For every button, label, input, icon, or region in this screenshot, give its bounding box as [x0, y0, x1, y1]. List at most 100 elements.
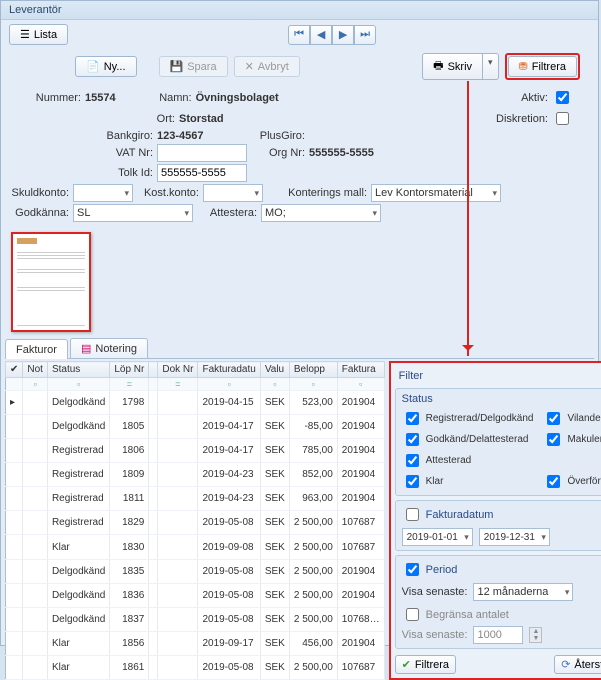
ny-label: Ny... — [104, 61, 126, 73]
tolkid-label: Tolk Id: — [11, 167, 153, 179]
table-row[interactable]: Delgodkänd18362019-05-08SEK2 500,0020190… — [6, 583, 385, 607]
chk-godkand[interactable]: Godkänd/Delattesterad — [402, 430, 534, 449]
begransa-lbl: Visa senaste: — [402, 629, 468, 641]
status-group-title: Status — [402, 393, 433, 405]
tab-notering[interactable]: ▤ Notering — [70, 338, 148, 358]
reset-filter-label: Återställ — [574, 659, 601, 671]
chk-overford[interactable]: Överförd — [543, 472, 601, 491]
attestera-label: Attestera: — [197, 207, 257, 219]
diskretion-label: Diskretion: — [496, 113, 548, 125]
konteringsmall-label: Konterings mall: — [267, 187, 367, 199]
cancel-icon: ✕ — [245, 60, 254, 73]
col-belopp[interactable]: Belopp — [289, 362, 337, 378]
filtrera-label: Filtrera — [532, 61, 566, 73]
table-row[interactable]: Registrerad18062019-04-17SEK785,00201904 — [6, 439, 385, 463]
begransa-input[interactable] — [473, 626, 523, 644]
vat-input[interactable] — [157, 144, 247, 162]
tolkid-input[interactable] — [157, 164, 247, 182]
lista-button[interactable]: ☰ Lista — [9, 24, 68, 45]
avbryt-button[interactable]: ✕ Avbryt — [234, 56, 300, 77]
table-row[interactable]: Registrerad18292019-05-08SEK2 500,001076… — [6, 511, 385, 535]
col-fakturadatum[interactable]: Fakturadatu — [198, 362, 260, 378]
chk-registrerad[interactable]: Registrerad/Delgodkänd — [402, 409, 534, 428]
ort-label: Ort: — [139, 113, 175, 125]
window-title: Leverantör — [1, 1, 598, 20]
table-row[interactable]: Klar18302019-09-08SEK2 500,00107687 — [6, 535, 385, 559]
spin-down[interactable]: ▼ — [530, 635, 541, 642]
attestera-combo[interactable]: MO; — [261, 204, 381, 222]
nummer-label: Nummer: — [11, 92, 81, 104]
table-row[interactable]: ▸Delgodkänd17982019-04-15SEK523,00201904 — [6, 391, 385, 415]
skriv-caret[interactable]: ▾ — [483, 53, 499, 80]
col-spacer[interactable] — [149, 362, 158, 378]
nav-next-button[interactable]: ▶ — [332, 25, 354, 45]
nummer-value: 15574 — [85, 92, 116, 104]
nav-prev-button[interactable]: ◀ — [310, 25, 332, 45]
table-row[interactable]: Klar18562019-09-17SEK456,00201904 — [6, 631, 385, 655]
invoice-grid[interactable]: ✔ Not Status Löp Nr Dok Nr Fakturadatu V… — [5, 361, 385, 680]
col-doknr[interactable]: Dok Nr — [158, 362, 198, 378]
note-icon: ▤ — [81, 342, 91, 355]
tab-notering-label: Notering — [95, 343, 137, 355]
konteringsmall-combo[interactable]: Lev Kontorsmaterial — [371, 184, 501, 202]
spara-button[interactable]: 💾 Spara — [159, 56, 228, 77]
ny-button[interactable]: 📄 Ny... — [75, 56, 137, 77]
col-faktura[interactable]: Faktura — [337, 362, 384, 378]
bankgiro-value: 123-4567 — [157, 130, 247, 142]
col-valuta[interactable]: Valu — [260, 362, 289, 378]
save-icon: 💾 — [170, 60, 184, 73]
filtrera-button[interactable]: ⛃ Filtrera — [508, 56, 577, 77]
chk-makulerad[interactable]: Makulerad — [543, 430, 601, 449]
col-lopnr[interactable]: Löp Nr — [110, 362, 149, 378]
chk-attesterad[interactable]: Attesterad — [402, 451, 534, 470]
table-row[interactable]: Delgodkänd18052019-04-17SEK-85,00201904 — [6, 415, 385, 439]
chk-fakturadatum-enable[interactable] — [406, 508, 419, 521]
skriv-button[interactable]: 🖶 Skriv — [422, 53, 483, 80]
document-thumbnail[interactable] — [11, 232, 91, 332]
aktiv-label: Aktiv: — [521, 92, 548, 104]
aktiv-checkbox[interactable] — [556, 91, 569, 104]
col-status[interactable]: Status — [47, 362, 109, 378]
reset-filter-button[interactable]: ⟳ Återställ — [554, 655, 601, 674]
bankgiro-label: Bankgiro: — [11, 130, 153, 142]
table-row[interactable]: Registrerad18092019-04-23SEK852,00201904 — [6, 463, 385, 487]
fakturadatum-group-title: Fakturadatum — [426, 509, 494, 521]
diskretion-checkbox[interactable] — [556, 112, 569, 125]
skuldkonto-combo[interactable] — [73, 184, 133, 202]
nav-first-button[interactable]: ⏮ — [288, 25, 310, 45]
table-row[interactable]: Delgodkänd18372019-05-08SEK2 500,0010768… — [6, 607, 385, 631]
apply-filter-button[interactable]: ✔ Filtrera — [395, 655, 456, 674]
skriv-split: 🖶 Skriv ▾ — [422, 53, 498, 80]
col-selector[interactable]: ✔ — [6, 362, 23, 378]
date-from-input[interactable]: 2019-01-01 — [402, 528, 473, 546]
table-row[interactable]: Delgodkänd18352019-05-08SEK2 500,0020190… — [6, 559, 385, 583]
tab-fakturor[interactable]: Fakturor — [5, 339, 68, 359]
kostkonto-combo[interactable] — [203, 184, 263, 202]
godkanna-combo[interactable]: SL — [73, 204, 193, 222]
filter-title: Filter — [399, 370, 423, 382]
chk-klar[interactable]: Klar — [402, 472, 534, 491]
new-icon: 📄 — [86, 60, 100, 73]
vat-label: VAT Nr: — [11, 147, 153, 159]
spin-up[interactable]: ▲ — [530, 628, 541, 635]
orgnr-value: 555555-5555 — [309, 147, 374, 159]
grid-header-row: ✔ Not Status Löp Nr Dok Nr Fakturadatu V… — [6, 362, 385, 378]
begransa-group-title: Begränsa antalet — [426, 609, 509, 621]
skriv-label: Skriv — [448, 61, 472, 73]
record-nav: ⏮ ◀ ▶ ⏭ — [288, 25, 376, 45]
table-row[interactable]: Klar18612019-05-08SEK2 500,00107687 — [6, 655, 385, 679]
reset-icon: ⟳ — [561, 658, 570, 671]
spara-label: Spara — [187, 61, 216, 73]
col-not[interactable]: Not — [23, 362, 48, 378]
namn-value: Övningsbolaget — [196, 92, 279, 104]
chk-begransa-enable[interactable] — [406, 608, 419, 621]
nav-last-button[interactable]: ⏭ — [354, 25, 376, 45]
date-to-input[interactable]: 2019-12-31 — [479, 528, 550, 546]
tab-fakturor-label: Fakturor — [16, 344, 57, 356]
chk-vilande[interactable]: Vilande — [543, 409, 601, 428]
filtrera-highlight: ⛃ Filtrera — [505, 53, 580, 80]
chk-period-enable[interactable] — [406, 563, 419, 576]
period-combo[interactable]: 12 månaderna — [473, 583, 573, 601]
table-row[interactable]: Registrerad18112019-04-23SEK963,00201904 — [6, 487, 385, 511]
grid-filter-row[interactable]: ▫▫==▫▫▫▫ — [6, 378, 385, 391]
